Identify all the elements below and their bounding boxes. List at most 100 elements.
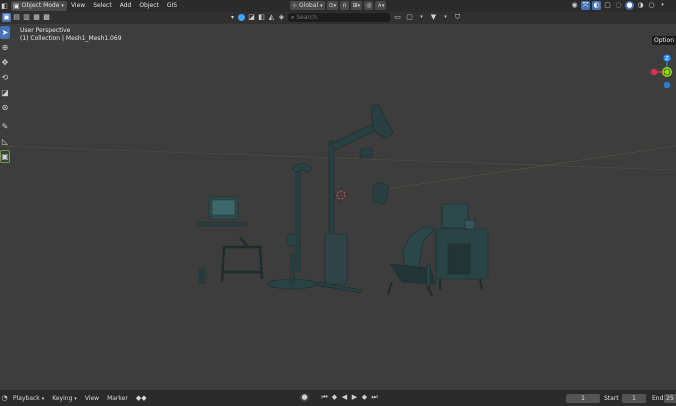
rotate-tool[interactable]: ⟲ <box>0 71 10 84</box>
select-subtract-icon[interactable]: ▥ <box>22 13 31 22</box>
keyframe-diamonds-icon[interactable]: ◆◆ <box>132 394 151 402</box>
measure-tool[interactable]: ◺ <box>0 135 10 148</box>
viewport-display-controls: ◉ ⤧ ◐ ▢ ◌ ● ◑ ○ ▾ <box>570 1 667 10</box>
xray-icon[interactable]: ▢ <box>603 1 612 10</box>
solid-shading-icon[interactable]: ● <box>625 1 634 10</box>
render-icon[interactable]: ◧ <box>257 13 266 22</box>
navigation-gizmo[interactable]: Z <box>648 50 676 90</box>
outliner-filter-controls: ▭ ▢ ▾ ▼ ▾ ⛉ <box>393 13 462 22</box>
menu-view[interactable]: View <box>67 1 89 11</box>
x-axis-line <box>0 145 676 171</box>
jump-end-icon[interactable]: ⏭ <box>370 393 379 402</box>
menu-add[interactable]: Add <box>116 1 136 11</box>
transform-tool[interactable]: ⊛ <box>0 101 10 114</box>
scene-canvas <box>0 104 676 297</box>
annotate-tool[interactable]: ✎ <box>0 120 10 133</box>
snap-target-dropdown[interactable]: ⊞ ▾ <box>350 1 363 10</box>
select-extend-icon[interactable]: ▤ <box>12 13 21 22</box>
keying-menu[interactable]: Keying ▾ <box>48 395 81 402</box>
play-reverse-icon[interactable]: ◀ <box>340 393 349 402</box>
next-keyframe-icon[interactable]: ◆ <box>360 393 369 402</box>
material-shading-icon[interactable]: ◑ <box>636 1 645 10</box>
3d-viewport[interactable]: User Perspective (1) Collection | Mesh1_… <box>0 24 676 390</box>
snap-toggle[interactable]: ∩ <box>340 1 349 10</box>
viewport-header: ◧ ▣ Object Mode ▾ View Select Add Object… <box>0 0 676 12</box>
color-dot-icon[interactable] <box>238 14 245 21</box>
chevron-down-icon: ▾ <box>320 2 323 9</box>
chevron-down-icon: ▾ <box>381 2 385 9</box>
shading-options-icon[interactable]: ▾ <box>658 1 667 10</box>
new-collection-icon[interactable]: ▭ <box>393 13 402 22</box>
timeline-editor-icon[interactable]: ◔ <box>0 394 9 403</box>
timeline-view-menu[interactable]: View <box>81 395 103 402</box>
cursor-tool[interactable]: ⊕ <box>0 41 10 54</box>
shield-icon[interactable]: ⛉ <box>453 13 462 22</box>
start-frame-field[interactable]: 1 <box>622 394 646 403</box>
wireframe-shading-icon[interactable]: ◌ <box>614 1 623 10</box>
cube-icon: ▣ <box>1 152 9 161</box>
orientation-label: Global <box>299 2 319 9</box>
camera-icon[interactable]: ◪ <box>247 13 256 22</box>
object-mode-icon: ▣ <box>13 2 20 10</box>
funnel-chevron-icon[interactable]: ▾ <box>441 13 450 22</box>
collection-label: (1) Collection | Mesh1_Mesh1.069 <box>20 35 122 42</box>
pencil-icon: ✎ <box>1 122 9 131</box>
overlays-icon[interactable]: ◐ <box>592 1 601 10</box>
select-new-icon[interactable]: ▣ <box>2 13 11 22</box>
orientation-icon: ⊹ <box>292 2 298 9</box>
current-frame-field[interactable]: 1 <box>566 394 600 403</box>
select-mode-buttons: ▣ ▤ ▥ ▦ ▩ <box>2 13 51 22</box>
dental-chair-object <box>387 225 437 297</box>
menu-object[interactable]: Object <box>135 1 163 11</box>
end-frame-field[interactable]: 25 <box>664 394 676 403</box>
add-cube-tool[interactable]: ▣ <box>0 150 10 163</box>
pivot-point-dropdown[interactable]: ⊙ ▾ <box>326 1 339 10</box>
sort-icon[interactable]: ▾ <box>417 13 426 22</box>
keying-label: Keying <box>52 394 73 402</box>
small-bottle-object <box>198 267 206 284</box>
cart-object <box>220 236 264 283</box>
tool-settings-bar: ▣ ▤ ▥ ▦ ▩ ▾ ◪ ◧ ◭ ◈ ◯ ▦ ⌕ ▭ ▢ ▾ ▼ ▾ ⛉ <box>0 12 676 24</box>
falloff-dropdown[interactable]: ∧ ▾ <box>375 1 387 10</box>
mode-dropdown[interactable]: ▣ Object Mode ▾ <box>11 1 67 11</box>
search-box[interactable]: ⌕ <box>288 13 390 22</box>
light-icon[interactable]: ◭ <box>267 13 276 22</box>
cursor-arrow-icon: ➤ <box>1 28 9 37</box>
menu-select[interactable]: Select <box>89 1 116 11</box>
funnel-icon[interactable]: ▼ <box>429 13 438 22</box>
playback-menu[interactable]: Playback ▾ <box>9 395 48 402</box>
chevron-down-icon: ▾ <box>41 395 45 402</box>
magnet-icon: ∩ <box>342 2 347 9</box>
select-invert-icon[interactable]: ▦ <box>32 13 41 22</box>
y-axis-line <box>379 145 676 191</box>
select-intersect-icon[interactable]: ▩ <box>42 13 51 22</box>
transform-controls: ⊹ Global ▾ ⊙ ▾ ∩ ⊞ ▾ ◎ ∧ ▾ <box>288 1 387 10</box>
proportional-edit-toggle[interactable]: ◎ <box>364 1 374 10</box>
chevron-down-icon: ▾ <box>61 3 64 9</box>
jump-start-icon[interactable]: ⏮ <box>320 393 329 402</box>
prev-keyframe-icon[interactable]: ◆ <box>330 393 339 402</box>
viewport-info: User Perspective (1) Collection | Mesh1_… <box>20 27 122 43</box>
menu-gis[interactable]: GIS <box>163 1 181 11</box>
scale-tool[interactable]: ◪ <box>0 86 10 99</box>
z-axis-label: Z <box>665 56 669 62</box>
auto-keying-icon[interactable]: ● <box>300 393 309 402</box>
move-tool[interactable]: ✥ <box>0 56 10 69</box>
collection-icon[interactable]: ▢ <box>405 13 414 22</box>
rendered-shading-icon[interactable]: ○ <box>647 1 656 10</box>
empty-icon[interactable]: ◈ <box>277 13 286 22</box>
chevron-down-icon: ▾ <box>74 395 77 402</box>
viewport-gizmo-icon[interactable]: ⤧ <box>581 1 590 10</box>
object-visibility-icon[interactable]: ◉ <box>570 1 579 10</box>
options-button[interactable]: Option <box>651 36 676 45</box>
playback-controls: ● ⏮ ◆ ◀ ▶ ◆ ⏭ <box>300 393 379 402</box>
timeline-header: ◔ Playback ▾ Keying ▾ View Marker ◆◆ ● ⏮… <box>0 390 676 406</box>
search-input[interactable] <box>296 13 383 22</box>
filter-icon[interactable]: ▾ <box>228 13 237 22</box>
mode-label: Object Mode <box>21 2 60 9</box>
transform-orientation-dropdown[interactable]: ⊹ Global ▾ <box>290 1 325 10</box>
select-box-tool[interactable]: ➤ <box>0 26 10 39</box>
editor-type-icon[interactable]: ◧ <box>0 2 9 11</box>
play-icon[interactable]: ▶ <box>350 393 359 402</box>
marker-menu[interactable]: Marker <box>103 395 132 402</box>
